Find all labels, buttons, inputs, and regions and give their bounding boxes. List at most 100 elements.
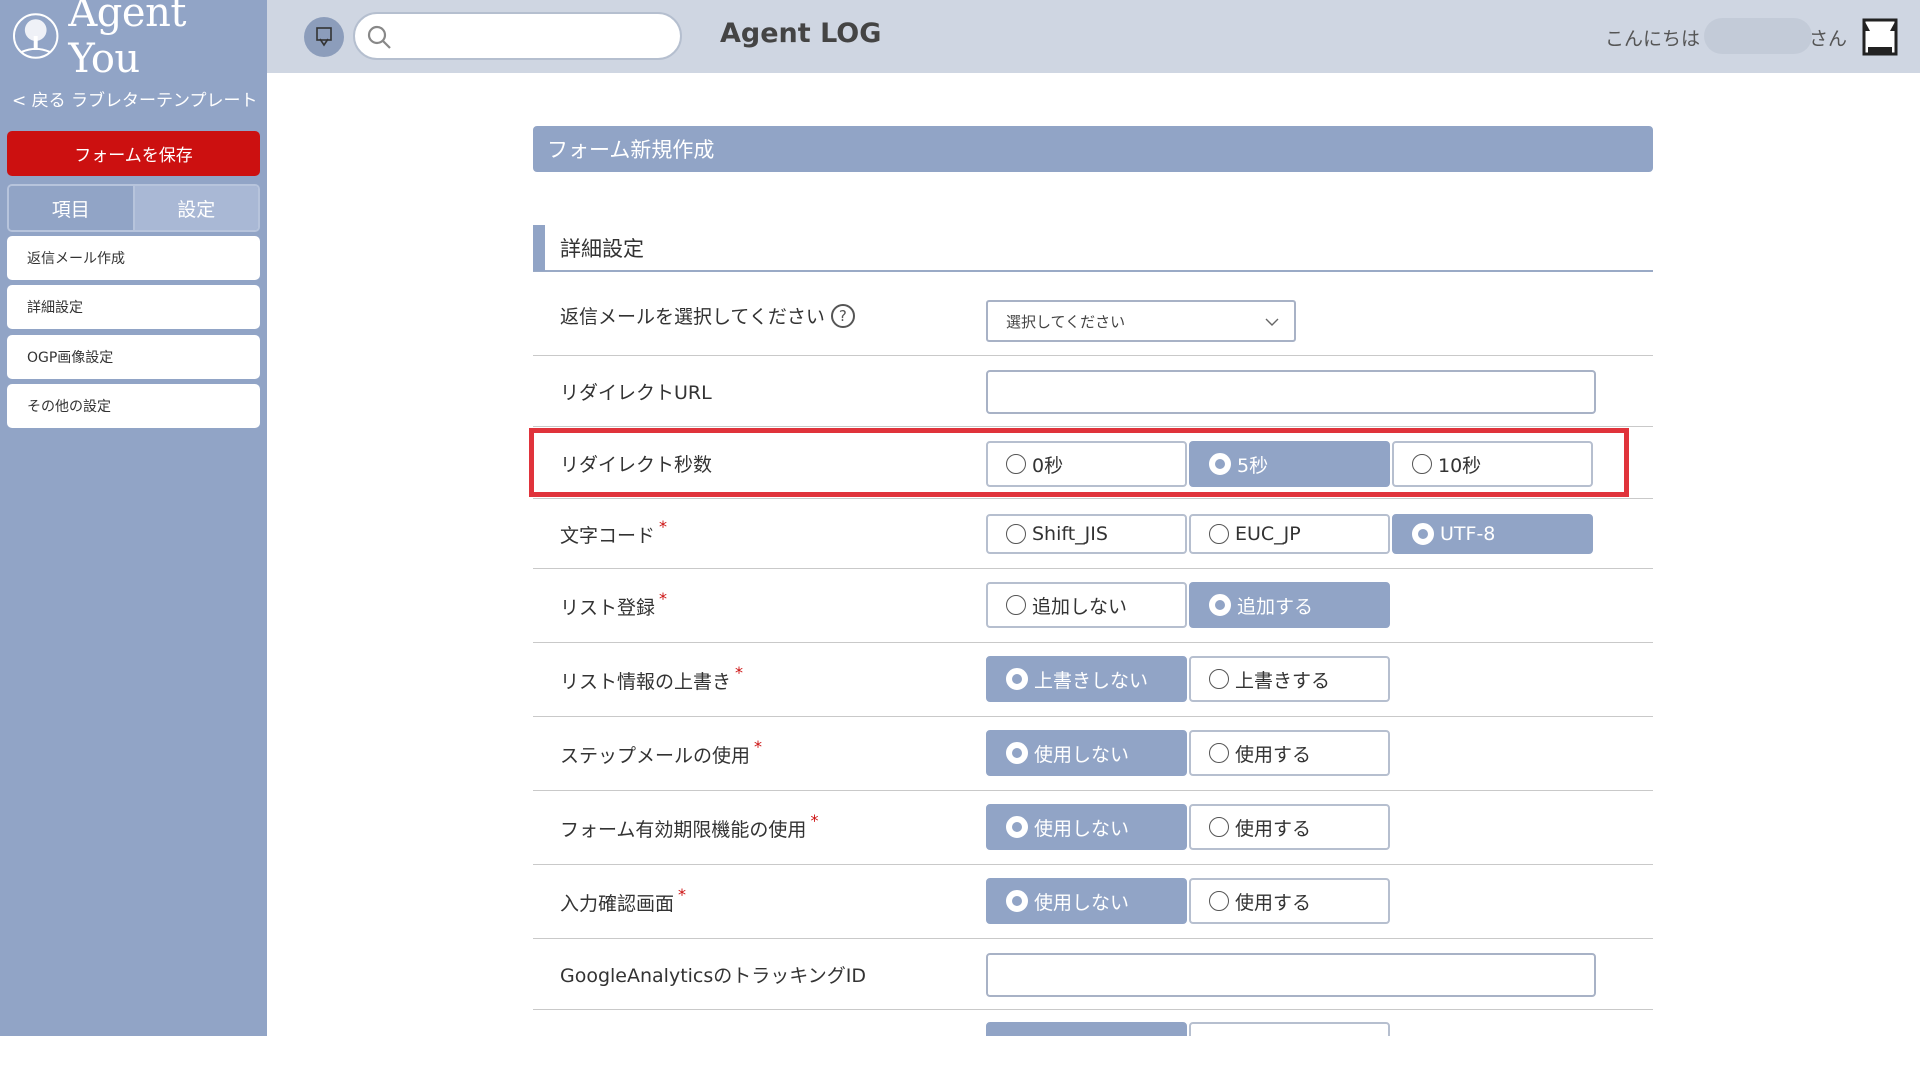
radio-euc-jp[interactable]: EUC_JP [1189, 514, 1390, 554]
save-form-button[interactable]: フォームを保存 [7, 131, 260, 176]
radio-10-seconds[interactable]: 10秒 [1392, 441, 1593, 487]
sidebar-item-reply-mail[interactable]: 返信メール作成 [7, 236, 260, 280]
radio-add[interactable]: 追加する [1189, 582, 1390, 628]
tab-settings[interactable]: 設定 [132, 186, 258, 230]
radio-5-seconds[interactable]: 5秒 [1189, 441, 1390, 487]
section-accent-bar [533, 225, 545, 271]
radio-circle-icon [1209, 743, 1229, 763]
radio-circle-icon [1412, 454, 1432, 474]
reply-mail-label: 返信メールを選択してください [560, 306, 825, 328]
radio-expiry-off[interactable]: 使用しない [986, 804, 1187, 850]
section-header: 詳細設定 [533, 225, 1653, 272]
option-label: Shift_JIS [1032, 523, 1108, 545]
radio-utf-8[interactable]: UTF-8 [1392, 514, 1593, 554]
radio-checked-icon [1006, 742, 1028, 764]
greeting-suffix: さん [1808, 28, 1847, 50]
sidebar-item-ogp-image[interactable]: OGP画像設定 [7, 335, 260, 379]
radio-circle-icon [1006, 454, 1026, 474]
row-label: ステップメールの使用 * [560, 737, 762, 768]
row-list-register: リスト登録 * 追加しない 追加する [533, 569, 1653, 643]
radio-overwrite[interactable]: 上書きする [1189, 656, 1390, 702]
row-form-expiry: フォーム有効期限機能の使用 * 使用しない 使用する [533, 791, 1653, 865]
chevron-down-icon [1265, 318, 1279, 326]
option-label: 上書きしない [1034, 669, 1149, 692]
reply-mail-select[interactable]: 選択してください [986, 300, 1296, 342]
row-charset: 文字コード * Shift_JIS EUC_JP UTF-8 [533, 499, 1653, 569]
radio-circle-icon [1209, 669, 1229, 689]
radio-confirm-off[interactable]: 使用しない [986, 878, 1187, 924]
ga-tracking-label: GoogleAnalyticsのトラッキングID [560, 965, 866, 987]
radio-next-row-selected[interactable] [986, 1022, 1187, 1036]
radio-checked-icon [1209, 594, 1231, 616]
menu-toggle-icon[interactable] [304, 17, 344, 57]
radio-step-mail-on[interactable]: 使用する [1189, 730, 1390, 776]
radio-next-row-unselected[interactable] [1189, 1022, 1390, 1036]
option-label: 5秒 [1237, 454, 1269, 477]
step-mail-label: ステップメールの使用 [560, 745, 751, 767]
sidebar-item-detail-settings[interactable]: 詳細設定 [7, 285, 260, 329]
row-label: 文字コード * [560, 517, 667, 548]
radio-0-seconds[interactable]: 0秒 [986, 441, 1187, 487]
row-reply-mail: 返信メールを選択してください ? 選択してください [533, 272, 1653, 356]
logo: Agent You [12, 0, 267, 82]
list-register-label: リスト登録 [560, 597, 656, 619]
section-title: 詳細設定 [560, 237, 644, 261]
logo-text: Agent You [68, 0, 186, 82]
tree-logo-icon [12, 13, 59, 59]
redirect-url-input[interactable] [986, 370, 1596, 414]
radio-no-overwrite[interactable]: 上書きしない [986, 656, 1187, 702]
radio-shift-jis[interactable]: Shift_JIS [986, 514, 1187, 554]
redirect-seconds-label: リダイレクト秒数 [560, 454, 713, 476]
row-label: フォーム有効期限機能の使用 * [560, 811, 818, 842]
radio-circle-icon [1006, 595, 1026, 615]
radio-expiry-on[interactable]: 使用する [1189, 804, 1390, 850]
radio-circle-icon [1209, 524, 1229, 544]
radio-no-add[interactable]: 追加しない [986, 582, 1187, 628]
ga-tracking-input[interactable] [986, 953, 1596, 997]
search-icon [367, 25, 391, 49]
search-input[interactable] [353, 12, 682, 60]
app-title: Agent LOG [720, 18, 882, 49]
list-overwrite-label: リスト情報の上書き [560, 671, 732, 693]
required-mark: * [659, 517, 668, 536]
tab-items[interactable]: 項目 [9, 186, 133, 230]
app-window: Agent You < 戻る ラブレターテンプレート フォームを保存 項目 設定… [0, 0, 1920, 1036]
greeting-text: こんにちは [1604, 28, 1700, 50]
user-avatar-icon[interactable] [1862, 17, 1898, 57]
radio-circle-icon [1209, 817, 1229, 837]
select-value: 選択してください [1006, 312, 1126, 331]
row-label: 返信メールを選択してください ? [560, 302, 855, 329]
option-label: 上書きする [1235, 669, 1331, 692]
option-label: UTF-8 [1440, 523, 1496, 545]
help-icon[interactable]: ? [830, 303, 855, 328]
radio-checked-icon [1006, 668, 1028, 690]
user-name-redacted [1704, 18, 1812, 54]
row-step-mail: ステップメールの使用 * 使用しない 使用する [533, 717, 1653, 791]
option-label: EUC_JP [1235, 523, 1301, 545]
option-label: 使用する [1235, 743, 1312, 766]
row-redirect-url: リダイレクトURL [533, 356, 1653, 427]
radio-checked-icon [1412, 523, 1434, 545]
sidebar-item-other-settings[interactable]: その他の設定 [7, 384, 260, 428]
row-label: リスト情報の上書き * [560, 663, 743, 694]
back-link[interactable]: < 戻る ラブレターテンプレート [12, 86, 258, 111]
required-mark: * [659, 589, 668, 608]
radio-checked-icon [1006, 816, 1028, 838]
radio-step-mail-off[interactable]: 使用しない [986, 730, 1187, 776]
top-header: Agent LOG こんにちは さん [267, 0, 1920, 73]
required-mark: * [678, 885, 687, 904]
form-expiry-label: フォーム有効期限機能の使用 [560, 819, 807, 841]
redirect-url-label: リダイレクトURL [560, 382, 712, 404]
option-label: 使用する [1235, 891, 1312, 914]
option-label: 使用しない [1034, 891, 1130, 914]
required-mark: * [735, 663, 744, 682]
option-label: 10秒 [1438, 454, 1482, 477]
row-label: リスト登録 * [560, 589, 667, 620]
charset-label: 文字コード [560, 525, 656, 547]
required-mark: * [754, 737, 763, 756]
radio-confirm-on[interactable]: 使用する [1189, 878, 1390, 924]
row-confirm-screen: 入力確認画面 * 使用しない 使用する [533, 865, 1653, 939]
radio-checked-icon [1209, 453, 1231, 475]
confirm-screen-label: 入力確認画面 [560, 893, 675, 915]
option-label: 使用しない [1034, 817, 1130, 840]
